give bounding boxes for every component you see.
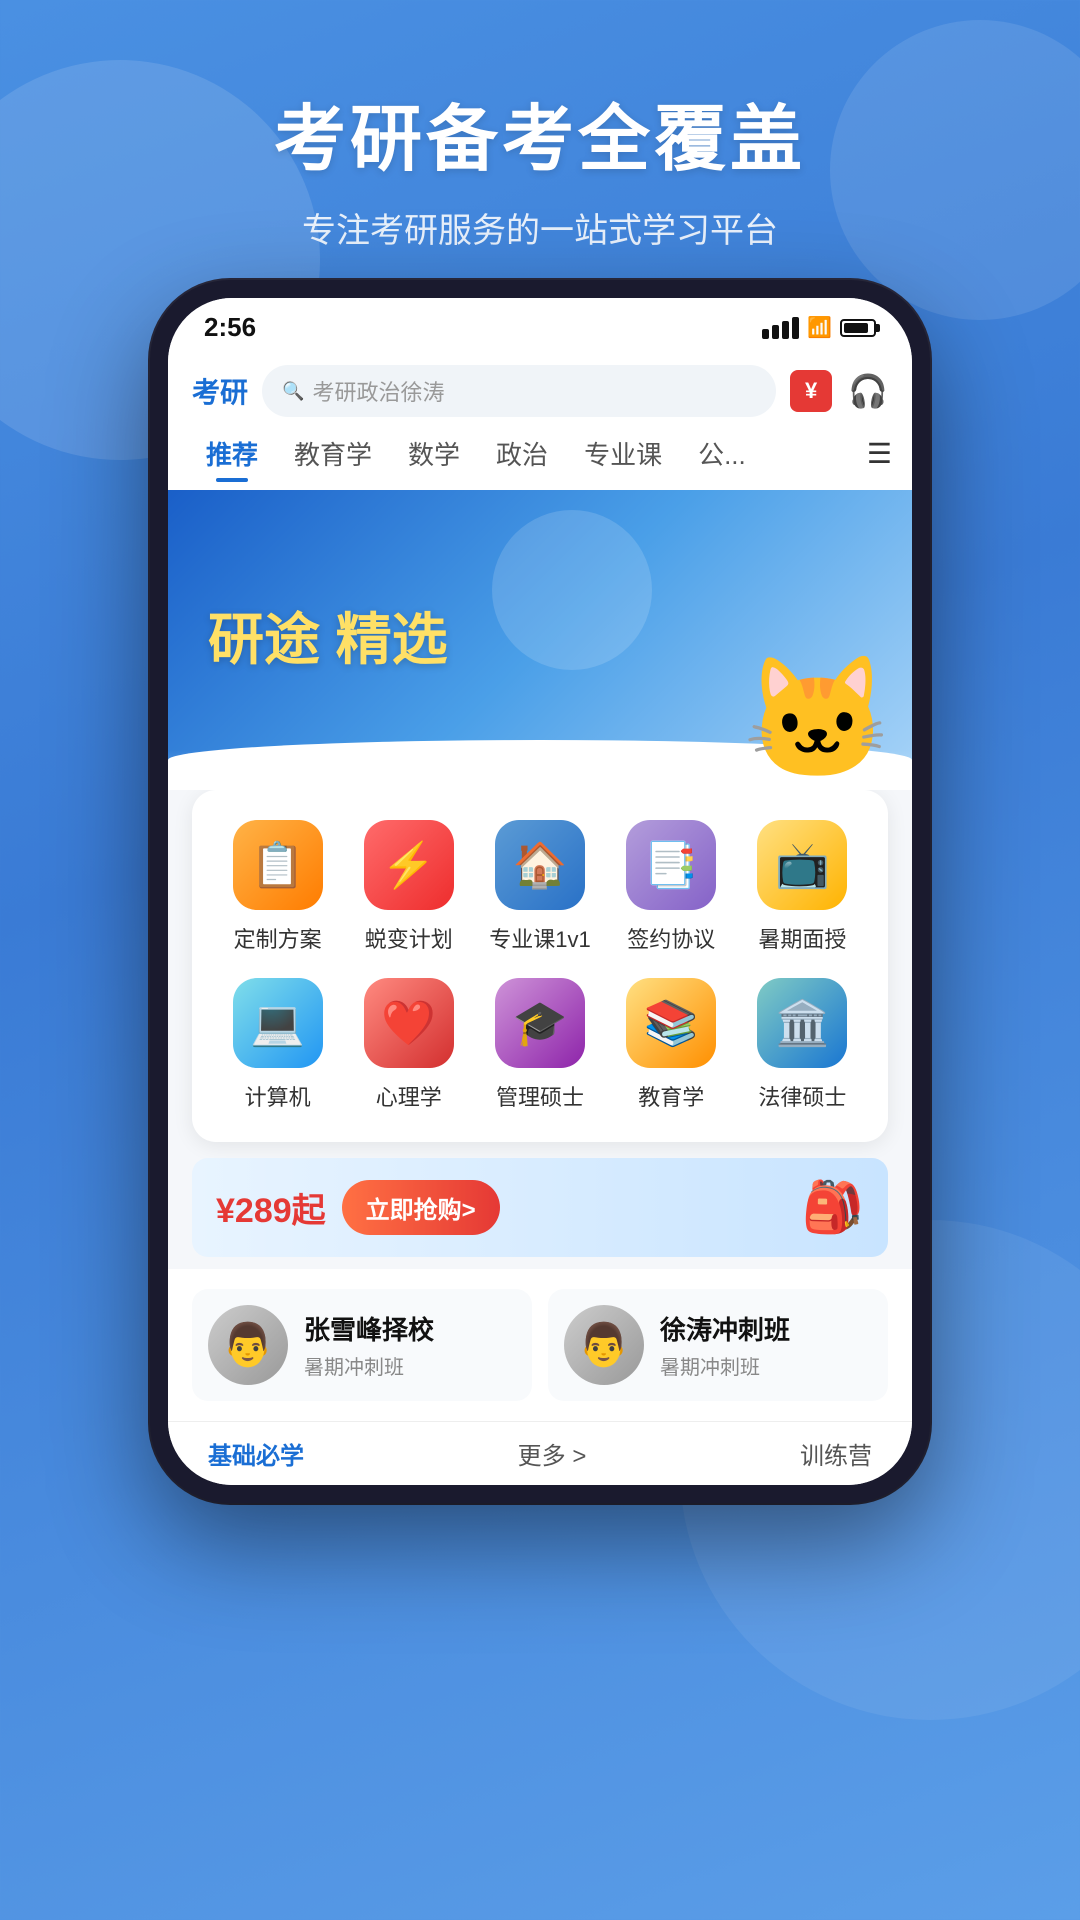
nav-tab-more[interactable]: 公... <box>680 429 764 478</box>
teacher-class-zhang: 暑期冲刺班 <box>304 1351 516 1380</box>
mascot-character: 🐱 <box>743 650 892 790</box>
banner-decoration <box>492 510 652 670</box>
status-icons: 📶 <box>762 315 876 340</box>
quick-menu-grid: 📋 定制方案 ⚡ 蜕变计划 🏠 专业课1v1 📑 签约协议 📺 暑期 <box>192 790 888 1142</box>
battery-icon <box>840 319 876 337</box>
menu-icon-mba: 🎓 <box>495 978 585 1068</box>
promo-button[interactable]: 立即抢购> <box>342 1180 500 1235</box>
header-icons: ¥ 🎧 <box>790 370 888 412</box>
hero-banner[interactable]: 研途 精选 YANTU 🐱 <box>168 490 912 790</box>
menu-icon-psychology: ❤️ <box>364 978 454 1068</box>
teacher-card-zhang[interactable]: 👨 张雪峰择校 暑期冲刺班 <box>192 1289 532 1401</box>
teacher-class-xu: 暑期冲刺班 <box>660 1351 872 1380</box>
menu-label-transformation: 蜕变计划 <box>365 922 453 954</box>
promo-price: ¥289起 <box>216 1183 326 1232</box>
coupon-button[interactable]: ¥ <box>790 370 832 412</box>
menu-icon-law: 🏛️ <box>757 978 847 1068</box>
nav-tab-major[interactable]: 专业课 <box>566 429 680 478</box>
menu-item-education[interactable]: 📚 教育学 <box>606 978 737 1112</box>
menu-icon-transformation: ⚡ <box>364 820 454 910</box>
status-time: 2:56 <box>204 312 256 343</box>
sub-title: 专注考研服务的一站式学习平台 <box>0 203 1080 252</box>
bottom-tab-more[interactable]: 更多 > <box>518 1436 587 1471</box>
menu-item-computer[interactable]: 💻 计算机 <box>212 978 343 1112</box>
bottom-tab-camp[interactable]: 训练营 <box>800 1436 872 1471</box>
menu-item-transformation[interactable]: ⚡ 蜕变计划 <box>343 820 474 954</box>
menu-icon-custom-plan: 📋 <box>233 820 323 910</box>
phone-screen: 2:56 📶 考研 🔍 考研政治徐涛 <box>168 298 912 1485</box>
battery-fill <box>844 323 868 333</box>
promo-strip[interactable]: ¥289起 立即抢购> 🎒 <box>192 1158 888 1257</box>
menu-item-mba[interactable]: 🎓 管理硕士 <box>474 978 605 1112</box>
menu-icon-contract: 📑 <box>626 820 716 910</box>
teacher-cards: 👨 张雪峰择校 暑期冲刺班 👨 徐涛冲刺班 暑期冲刺班 <box>192 1289 888 1401</box>
menu-label-custom-plan: 定制方案 <box>234 922 322 954</box>
headphone-icon[interactable]: 🎧 <box>848 372 888 410</box>
menu-label-major-1v1: 专业课1v1 <box>489 922 590 954</box>
menu-label-law: 法律硕士 <box>758 1080 846 1112</box>
bottom-tab-basic[interactable]: 基础必学 <box>208 1436 304 1471</box>
search-icon: 🔍 <box>282 381 304 402</box>
signal-icon <box>762 317 799 339</box>
menu-icon-major-1v1: 🏠 <box>495 820 585 910</box>
bottom-hint-tabs: 基础必学 更多 > 训练营 <box>168 1421 912 1485</box>
teacher-info-zhang: 张雪峰择校 暑期冲刺班 <box>304 1310 516 1380</box>
menu-label-education: 教育学 <box>638 1080 704 1112</box>
nav-menu-icon[interactable]: ☰ <box>867 437 892 470</box>
menu-item-custom-plan[interactable]: 📋 定制方案 <box>212 820 343 954</box>
teacher-section: 👨 张雪峰择校 暑期冲刺班 👨 徐涛冲刺班 暑期冲刺班 <box>168 1269 912 1421</box>
menu-item-major-1v1[interactable]: 🏠 专业课1v1 <box>474 820 605 954</box>
phone-frame: 2:56 📶 考研 🔍 考研政治徐涛 <box>150 280 930 1503</box>
nav-tab-math[interactable]: 数学 <box>390 429 478 478</box>
teacher-name-xu: 徐涛冲刺班 <box>660 1310 872 1347</box>
teacher-info-xu: 徐涛冲刺班 暑期冲刺班 <box>660 1310 872 1380</box>
app-header: 考研 🔍 考研政治徐涛 ¥ 🎧 <box>168 351 912 429</box>
promo-illustration: 🎒 <box>802 1178 864 1237</box>
menu-label-contract: 签约协议 <box>627 922 715 954</box>
menu-icon-education: 📚 <box>626 978 716 1068</box>
teacher-card-xu[interactable]: 👨 徐涛冲刺班 暑期冲刺班 <box>548 1289 888 1401</box>
menu-icon-computer: 💻 <box>233 978 323 1068</box>
menu-item-law[interactable]: 🏛️ 法律硕士 <box>737 978 868 1112</box>
app-logo: 考研 <box>192 371 248 411</box>
top-section: 考研备考全覆盖 专注考研服务的一站式学习平台 <box>0 0 1080 252</box>
main-title: 考研备考全覆盖 <box>0 80 1080 185</box>
menu-label-summer-class: 暑期面授 <box>758 922 846 954</box>
phone-mockup: 2:56 📶 考研 🔍 考研政治徐涛 <box>150 280 930 1503</box>
menu-item-contract[interactable]: 📑 签约协议 <box>606 820 737 954</box>
menu-icon-summer-class: 📺 <box>757 820 847 910</box>
nav-tabs: 推荐 教育学 数学 政治 专业课 公... ☰ <box>168 429 912 490</box>
menu-label-mba: 管理硕士 <box>496 1080 584 1112</box>
search-bar[interactable]: 🔍 考研政治徐涛 <box>262 365 776 417</box>
menu-label-computer: 计算机 <box>245 1080 311 1112</box>
status-bar: 2:56 📶 <box>168 298 912 351</box>
menu-item-psychology[interactable]: ❤️ 心理学 <box>343 978 474 1112</box>
banner-text: 研途 精选 <box>208 606 448 673</box>
coupon-label: ¥ <box>805 378 817 404</box>
teacher-name-zhang: 张雪峰择校 <box>304 1310 516 1347</box>
menu-item-summer-class[interactable]: 📺 暑期面授 <box>737 820 868 954</box>
search-placeholder: 考研政治徐涛 <box>312 375 444 407</box>
nav-tab-recommend[interactable]: 推荐 <box>188 429 276 478</box>
nav-tab-politics[interactable]: 政治 <box>478 429 566 478</box>
nav-tab-education[interactable]: 教育学 <box>276 429 390 478</box>
wifi-icon: 📶 <box>807 315 832 340</box>
menu-label-psychology: 心理学 <box>376 1080 442 1112</box>
teacher-avatar-zhang: 👨 <box>208 1305 288 1385</box>
teacher-avatar-xu: 👨 <box>564 1305 644 1385</box>
